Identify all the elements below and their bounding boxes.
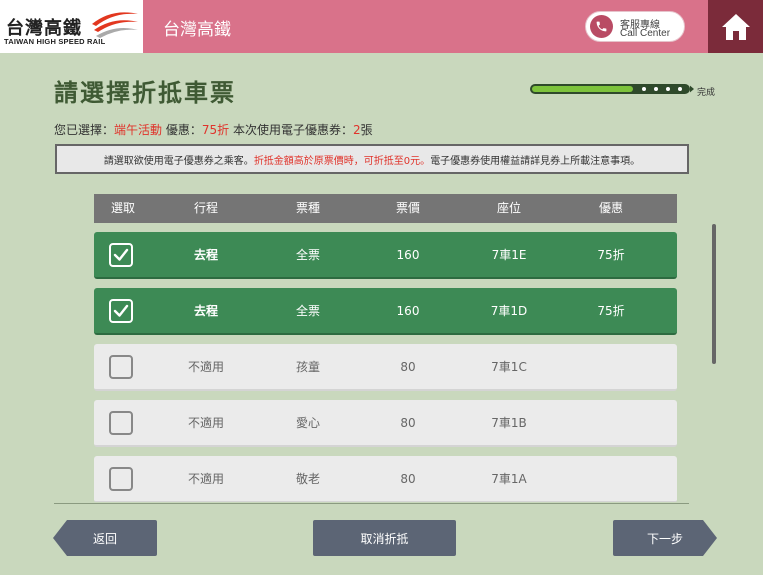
progress-label: 完成 — [697, 88, 716, 98]
checkbox-unchecked[interactable] — [109, 355, 133, 379]
seat-cell: 7車1E — [491, 248, 527, 262]
notice-text-2: 折抵金額高於原票價時，可折抵至0元。 — [253, 155, 431, 167]
page-title: 請選擇折抵車票 — [54, 79, 236, 107]
home-icon — [721, 13, 750, 40]
progress-end-icon — [690, 85, 694, 93]
checkbox-checked[interactable] — [109, 243, 133, 267]
price-cell: 160 — [396, 248, 420, 262]
column-header-select: 選取 — [110, 201, 136, 215]
next-button-label: 下一步 — [646, 531, 683, 546]
checkmark-icon — [113, 248, 129, 261]
trip-cell: 去程 — [193, 248, 219, 262]
ticket-row[interactable]: 去程 全票 160 7車1E 75折 — [94, 232, 677, 279]
notice-text-1: 請選取欲使用電子優惠券之乘客。 — [103, 155, 254, 167]
ticket-list[interactable]: 去程 全票 160 7車1E 75折 去程 全票 160 7車1D 75折 不適用 孩童 80 7車1C 不… — [94, 224, 677, 502]
column-header-ticket-type: 票種 — [295, 201, 321, 215]
price-cell: 160 — [396, 304, 420, 318]
call-center-label-en: Call Center — [620, 28, 671, 39]
cancel-button-label: 取消折抵 — [360, 531, 409, 546]
selection-summary: 您已選擇：端午活動 優惠：75折 本次使用電子優惠券：2張 — [54, 121, 373, 138]
ticket-row[interactable]: 去程 全票 160 7車1D 75折 — [94, 288, 677, 335]
seat-cell: 7車1A — [491, 472, 527, 486]
discount-label: 優惠： — [162, 123, 202, 137]
price-cell: 80 — [400, 416, 416, 430]
price-cell: 80 — [400, 360, 416, 374]
ticket-type-cell: 孩童 — [295, 360, 321, 374]
divider — [54, 503, 689, 504]
checkbox-checked[interactable] — [109, 299, 133, 323]
price-cell: 80 — [400, 472, 416, 486]
progress-dot — [678, 87, 682, 91]
scrollbar[interactable] — [712, 224, 716, 364]
back-button[interactable]: 返回 — [53, 520, 157, 556]
ticket-row[interactable]: 不適用 孩童 80 7車1C — [94, 344, 677, 391]
checkbox-unchecked[interactable] — [109, 411, 133, 435]
seat-cell: 7車1D — [490, 304, 528, 318]
checkmark-icon — [113, 304, 129, 317]
progress-fill — [532, 86, 633, 92]
trip-cell: 不適用 — [187, 472, 225, 486]
column-header-price: 票價 — [395, 201, 421, 215]
checkbox-unchecked[interactable] — [109, 467, 133, 491]
progress-dot — [654, 87, 658, 91]
discount-value: 75折 — [201, 123, 230, 137]
trip-cell: 不適用 — [187, 416, 225, 430]
ticket-type-cell: 全票 — [295, 304, 321, 318]
next-button[interactable]: 下一步 — [613, 520, 717, 556]
progress-dot — [666, 87, 670, 91]
table-header: 選取 行程 票種 票價 座位 優惠 — [94, 194, 677, 223]
notice-box: 請選取欲使用電子優惠券之乘客。 折抵金額高於原票價時，可折抵至0元。 電子優惠券… — [55, 144, 689, 174]
seat-cell: 7車1B — [491, 416, 527, 430]
promo-name: 端午活動 — [114, 123, 163, 137]
trip-cell: 不適用 — [187, 360, 225, 374]
discount-cell: 75折 — [597, 248, 625, 262]
notice-text-3: 電子優惠券使用權益請詳見券上所載注意事項。 — [430, 155, 641, 167]
trip-cell: 去程 — [193, 304, 219, 318]
logo-swoosh-icon — [92, 12, 138, 38]
seat-cell: 7車1C — [491, 360, 527, 374]
column-header-trip: 行程 — [193, 201, 219, 215]
top-bar: 台灣高鐵 TAIWAN HIGH SPEED RAIL 台灣高鐵 客服專線 Ca… — [0, 0, 763, 53]
ticket-row[interactable]: 不適用 愛心 80 7車1B — [94, 400, 677, 447]
coupon-label: 本次使用電子優惠券： — [229, 123, 353, 137]
column-header-discount: 優惠 — [598, 201, 624, 215]
ticket-type-cell: 敬老 — [295, 472, 321, 486]
progress-dot — [642, 87, 646, 91]
thsr-logo: 台灣高鐵 TAIWAN HIGH SPEED RAIL — [0, 0, 143, 53]
home-button[interactable] — [708, 0, 763, 53]
app-title: 台灣高鐵 — [163, 20, 231, 40]
phone-icon — [590, 15, 613, 38]
cancel-discount-button[interactable]: 取消折抵 — [313, 520, 456, 556]
coupon-unit: 張 — [360, 123, 373, 137]
ticket-row[interactable]: 不適用 敬老 80 7車1A — [94, 456, 677, 502]
selection-prefix: 您已選擇： — [54, 123, 115, 137]
discount-cell: 75折 — [597, 304, 625, 318]
coupon-count: 2 — [352, 123, 361, 137]
ticket-type-cell: 全票 — [295, 248, 321, 262]
progress-bar — [530, 84, 694, 94]
call-center-button[interactable]: 客服專線 Call Center — [585, 11, 685, 42]
column-header-seat: 座位 — [496, 201, 522, 215]
ticket-type-cell: 愛心 — [295, 416, 321, 430]
back-button-label: 返回 — [92, 531, 117, 546]
